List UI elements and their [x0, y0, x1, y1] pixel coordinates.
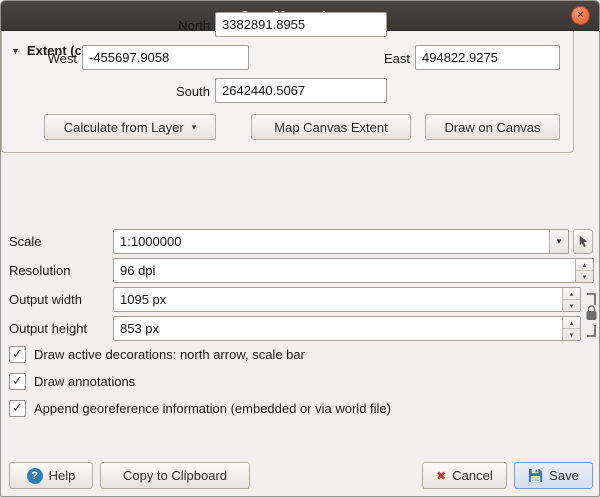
- output-height-input[interactable]: [114, 317, 560, 340]
- spin-buttons: ▴ ▾: [575, 259, 593, 282]
- lock-aspect-ratio-toggle[interactable]: [584, 292, 599, 341]
- append-georeference-label: Append georeference information (embedde…: [34, 401, 391, 416]
- copy-to-clipboard-label: Copy to Clipboard: [123, 468, 227, 483]
- west-extent-input[interactable]: [82, 45, 249, 70]
- output-width-input[interactable]: [114, 288, 560, 311]
- set-scale-from-canvas-button[interactable]: [573, 229, 593, 254]
- save-map-as-image-dialog: Save Map as Image ✕ ▼ Extent (current: u…: [0, 0, 600, 497]
- chevron-down-icon[interactable]: ▾: [549, 230, 568, 253]
- spin-buttons: ▴ ▾: [562, 288, 580, 311]
- output-width-label: Output width: [9, 287, 82, 312]
- west-label: West: [7, 46, 77, 71]
- spin-up-icon[interactable]: ▴: [563, 288, 580, 300]
- spin-buttons: ▴ ▾: [562, 317, 580, 340]
- checkbox-row: ✓ Draw active decorations: north arrow, …: [9, 345, 305, 363]
- dropdown-arrow-icon: ▾: [192, 122, 197, 133]
- resolution-spinbox[interactable]: ▴ ▾: [113, 258, 594, 283]
- resolution-input[interactable]: [114, 259, 573, 282]
- south-label: South: [120, 79, 210, 104]
- draw-decorations-checkbox[interactable]: ✓: [9, 346, 26, 363]
- draw-on-canvas-label: Draw on Canvas: [444, 120, 540, 135]
- append-georeference-checkbox[interactable]: ✓: [9, 400, 26, 417]
- spin-up-icon[interactable]: ▴: [576, 259, 593, 271]
- north-label: North: [120, 13, 210, 38]
- check-icon: ✓: [12, 374, 23, 387]
- help-label: Help: [49, 468, 76, 483]
- spin-up-icon[interactable]: ▴: [563, 317, 580, 329]
- save-button[interactable]: Save: [514, 462, 593, 489]
- north-extent-input[interactable]: [215, 12, 387, 37]
- checkbox-row: ✓ Draw annotations: [9, 372, 135, 390]
- output-width-spinbox[interactable]: ▴ ▾: [113, 287, 581, 312]
- close-button[interactable]: ✕: [571, 6, 590, 25]
- draw-annotations-checkbox[interactable]: ✓: [9, 373, 26, 390]
- scale-picker-icon: [577, 235, 590, 248]
- draw-decorations-label: Draw active decorations: north arrow, sc…: [34, 347, 305, 362]
- spin-down-icon[interactable]: ▾: [563, 329, 580, 340]
- south-extent-input[interactable]: [215, 78, 387, 103]
- checkbox-row: ✓ Append georeference information (embed…: [9, 399, 391, 417]
- scale-input[interactable]: [114, 230, 548, 253]
- check-icon: ✓: [12, 401, 23, 414]
- calculate-from-layer-label: Calculate from Layer: [64, 120, 184, 135]
- calculate-from-layer-button[interactable]: Calculate from Layer ▾: [44, 114, 216, 140]
- cancel-button[interactable]: ✖ Cancel: [422, 462, 507, 489]
- save-label: Save: [549, 468, 579, 483]
- draw-on-canvas-button[interactable]: Draw on Canvas: [425, 114, 560, 140]
- cancel-label: Cancel: [452, 468, 492, 483]
- output-height-label: Output height: [9, 316, 87, 341]
- scale-label: Scale: [9, 229, 42, 254]
- map-canvas-extent-label: Map Canvas Extent: [274, 120, 387, 135]
- close-icon: ✕: [576, 10, 584, 21]
- copy-to-clipboard-button[interactable]: Copy to Clipboard: [100, 462, 250, 489]
- link-size-icon: [584, 292, 599, 338]
- check-icon: ✓: [12, 347, 23, 360]
- resolution-label: Resolution: [9, 258, 70, 283]
- draw-annotations-label: Draw annotations: [34, 374, 135, 389]
- output-height-spinbox[interactable]: ▴ ▾: [113, 316, 581, 341]
- cancel-icon: ✖: [436, 469, 446, 483]
- help-button[interactable]: ? Help: [9, 462, 93, 489]
- east-extent-input[interactable]: [415, 45, 560, 70]
- east-label: East: [340, 46, 410, 71]
- spin-down-icon[interactable]: ▾: [563, 300, 580, 311]
- scale-combobox[interactable]: ▾: [113, 229, 569, 254]
- help-icon: ?: [27, 468, 43, 484]
- map-canvas-extent-button[interactable]: Map Canvas Extent: [251, 114, 411, 140]
- spin-down-icon[interactable]: ▾: [576, 271, 593, 282]
- save-icon: [528, 468, 543, 483]
